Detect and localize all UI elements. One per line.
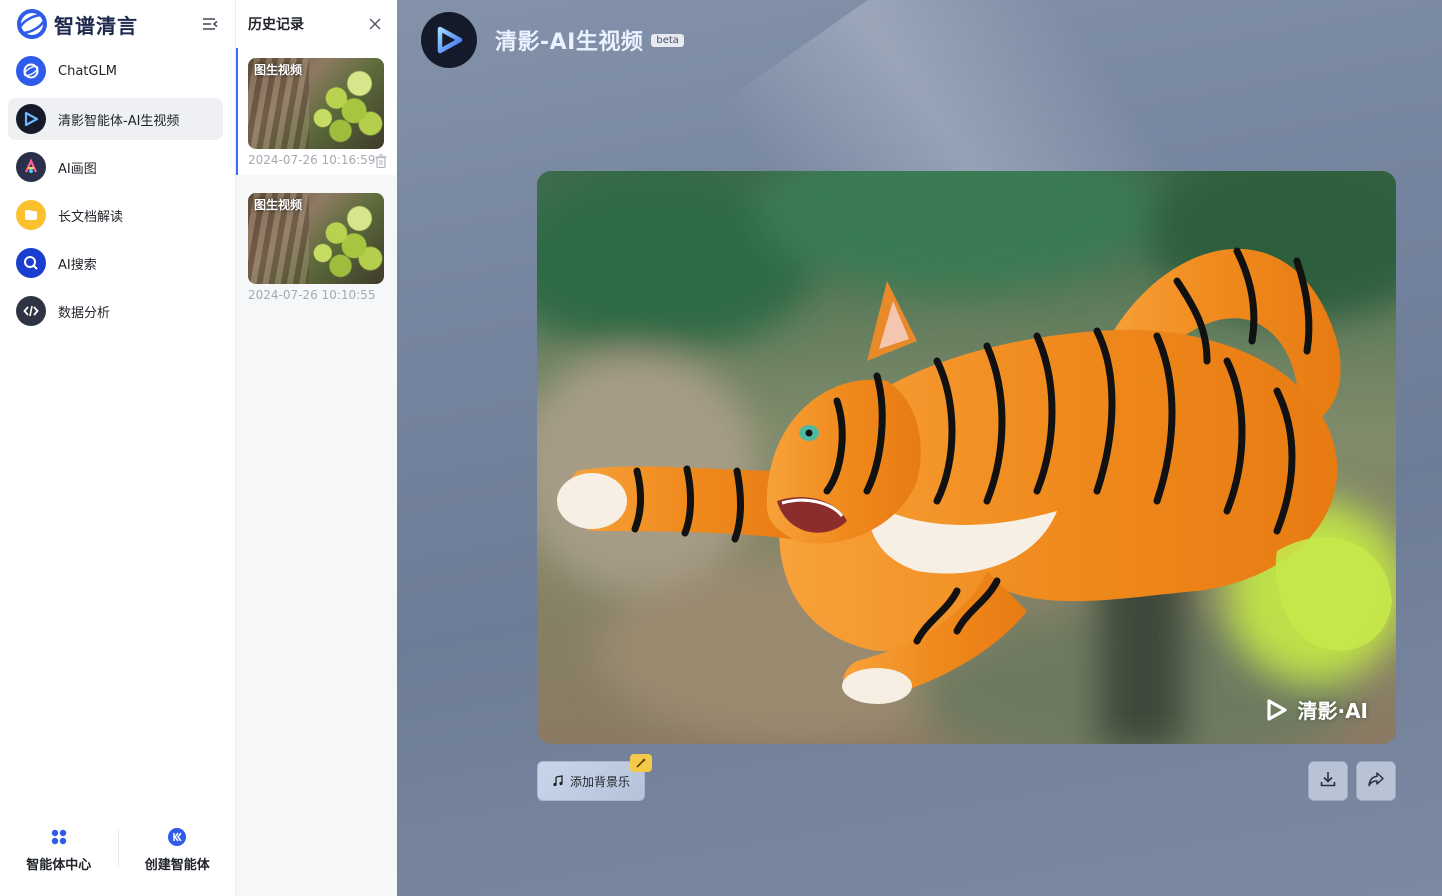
video-watermark: 清影·AI — [1263, 695, 1368, 724]
qingying-watermark-icon — [1263, 697, 1289, 723]
sidebar-item-data-analysis[interactable]: 数据分析 — [8, 290, 223, 332]
magic-wand-icon — [630, 754, 652, 772]
brand-name: 智谱清言 — [54, 13, 138, 38]
code-icon — [16, 296, 46, 326]
download-icon — [1319, 770, 1337, 792]
trash-icon[interactable] — [375, 153, 387, 169]
share-button[interactable] — [1356, 761, 1396, 801]
agent-header: 清影-AI生视频 beta — [421, 12, 684, 68]
agent-center-button[interactable]: 智能体中心 — [0, 826, 118, 873]
sidebar-item-label: AI画图 — [58, 161, 97, 177]
generated-video-frame — [537, 171, 1396, 744]
history-item[interactable]: 图生视频 2024-07-26 10:10:55 — [236, 175, 397, 310]
ai-draw-icon — [16, 152, 46, 182]
document-icon — [16, 200, 46, 230]
left-sidebar: 智谱清言 ChatGLM 清影智能体-AI生视频 AI画图 长文档解读 AI搜索… — [0, 0, 236, 896]
history-item-tag: 图生视频 — [254, 198, 303, 212]
qingying-icon — [16, 104, 46, 134]
main-area: 清影-AI生视频 beta 清影·AI 添加背景乐 — [397, 0, 1442, 896]
share-icon — [1367, 770, 1385, 792]
ai-search-icon — [16, 248, 46, 278]
zhipu-logo-icon — [16, 8, 48, 40]
agent-center-label: 智能体中心 — [26, 858, 92, 873]
watermark-text: 清影·AI — [1297, 699, 1368, 723]
history-title: 历史记录 — [248, 17, 304, 33]
sidebar-item-label: ChatGLM — [58, 63, 117, 79]
create-agent-button[interactable]: 创建智能体 — [119, 826, 237, 873]
brand-logo[interactable]: 智谱清言 — [16, 8, 222, 40]
history-item[interactable]: 图生视频 2024-07-26 10:16:59 — [236, 48, 397, 175]
history-header: 历史记录 — [236, 0, 397, 48]
add-music-button[interactable]: 添加背景乐 — [537, 754, 652, 801]
download-button[interactable] — [1308, 761, 1348, 801]
beta-badge: beta — [651, 33, 684, 47]
history-thumbnail: 图生视频 — [248, 193, 384, 284]
sidebar-footer: 智能体中心 创建智能体 — [0, 816, 236, 896]
history-panel: 历史记录 图生视频 2024-07-26 10:16:59 图生视频 2024-… — [236, 0, 397, 896]
sidebar-item-chatglm[interactable]: ChatGLM — [8, 50, 223, 92]
add-music-label: 添加背景乐 — [569, 774, 630, 789]
history-thumbnail: 图生视频 — [248, 58, 384, 149]
sidebar-item-ai-draw[interactable]: AI画图 — [8, 146, 223, 188]
create-agent-label: 创建智能体 — [144, 858, 210, 873]
sidebar-item-label: AI搜索 — [58, 257, 97, 273]
sidebar-item-label: 清影智能体-AI生视频 — [58, 113, 180, 129]
collapse-sidebar-icon[interactable] — [200, 14, 220, 34]
sidebar-item-document[interactable]: 长文档解读 — [8, 194, 223, 236]
sidebar-item-label: 长文档解读 — [58, 209, 124, 225]
sidebar-item-label: 数据分析 — [58, 305, 111, 321]
chatglm-icon — [16, 56, 46, 86]
history-item-tag: 图生视频 — [254, 63, 303, 77]
video-player[interactable]: 清影·AI — [537, 171, 1396, 744]
history-item-time: 2024-07-26 10:16:59 — [248, 153, 376, 167]
history-item-time: 2024-07-26 10:10:55 — [248, 288, 376, 302]
grid-icon — [48, 826, 70, 848]
qingying-avatar-icon — [421, 12, 477, 68]
agent-title: 清影-AI生视频 — [495, 30, 644, 55]
sidebar-nav: ChatGLM 清影智能体-AI生视频 AI画图 长文档解读 AI搜索 数据分析 — [8, 50, 223, 338]
sidebar-item-ai-search[interactable]: AI搜索 — [8, 242, 223, 284]
create-agent-icon — [166, 826, 188, 848]
close-icon[interactable] — [367, 16, 383, 32]
sidebar-item-qingying[interactable]: 清影智能体-AI生视频 — [8, 98, 223, 140]
music-note-icon — [552, 772, 564, 791]
